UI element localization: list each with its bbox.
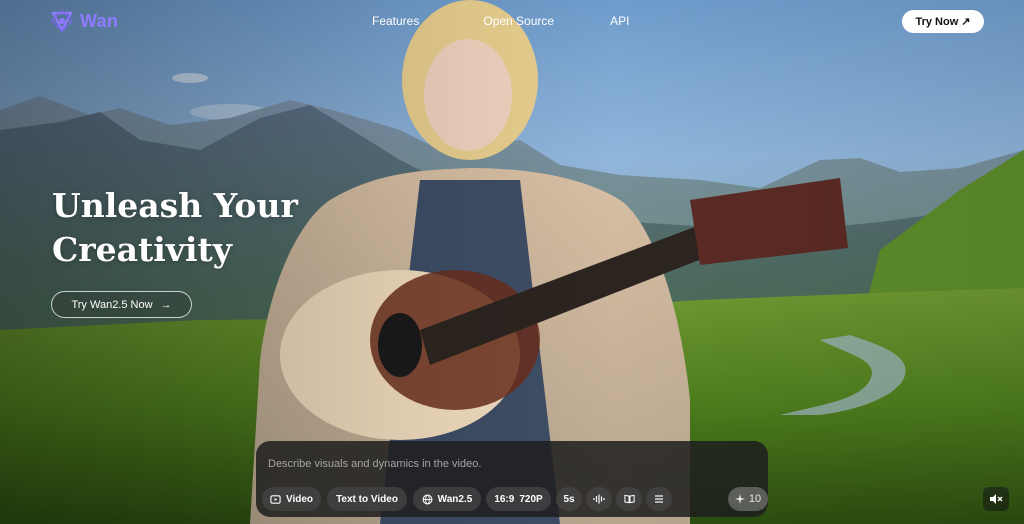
headline-line-2: Creativity: [52, 230, 232, 269]
mode-chip-label: Text to Video: [336, 493, 398, 505]
prompt-input[interactable]: [268, 453, 756, 475]
book-icon: [623, 494, 635, 504]
book-chip[interactable]: [616, 487, 642, 511]
headline-line-1: Unleash Your: [52, 186, 298, 225]
sparkle-icon: [734, 494, 745, 504]
nav-link-open-source[interactable]: Open Source: [483, 12, 554, 30]
nav-link-features[interactable]: Features: [372, 12, 419, 30]
hero-headline: Unleash Your Creativity: [52, 184, 372, 272]
hero-section: Wan Features Open Source API Try Now ↗ U…: [0, 0, 1024, 524]
aspect-resolution-chip[interactable]: 16:9 720P: [486, 487, 551, 511]
mute-button[interactable]: [983, 487, 1009, 511]
generate-credits-button[interactable]: 10: [728, 487, 768, 511]
nav-links: Features Open Source API: [372, 12, 629, 30]
speaker-muted-icon: [990, 494, 1003, 504]
arrow-right-icon: →: [160, 298, 172, 311]
try-now-label: Try Now ↗: [915, 16, 971, 28]
video-chip[interactable]: Video: [262, 487, 321, 511]
waveform-icon: [593, 494, 605, 504]
wan-logo-icon: [50, 9, 74, 33]
resolution-label: 720P: [519, 493, 543, 505]
brand-name: Wan: [80, 10, 119, 31]
mode-chip[interactable]: Text to Video: [327, 487, 407, 511]
video-chip-label: Video: [285, 493, 314, 505]
video-icon: [270, 494, 281, 504]
duration-chip[interactable]: 5s: [556, 487, 582, 511]
nav-link-api[interactable]: API: [610, 12, 629, 30]
model-chip[interactable]: Wan2.5: [413, 487, 481, 511]
globe-icon: [422, 494, 433, 504]
credits-count: 10: [748, 493, 762, 505]
menu-chip[interactable]: [646, 487, 672, 511]
model-chip-label: Wan2.5: [437, 493, 473, 505]
audio-chip[interactable]: [586, 487, 612, 511]
aspect-label: 16:9: [494, 493, 515, 505]
prompt-panel: Video Text to Video Wan2.5 16:9 720P 5s: [256, 441, 768, 517]
top-nav: Wan Features Open Source API Try Now ↗: [0, 0, 1024, 42]
duration-label: 5s: [563, 493, 575, 505]
brand-logo[interactable]: Wan: [50, 9, 118, 33]
try-wan-label: Try Wan2.5 Now: [71, 298, 153, 311]
try-now-button[interactable]: Try Now ↗: [902, 10, 984, 33]
try-wan-button[interactable]: Try Wan2.5 Now →: [51, 291, 192, 318]
list-icon: [655, 495, 663, 503]
